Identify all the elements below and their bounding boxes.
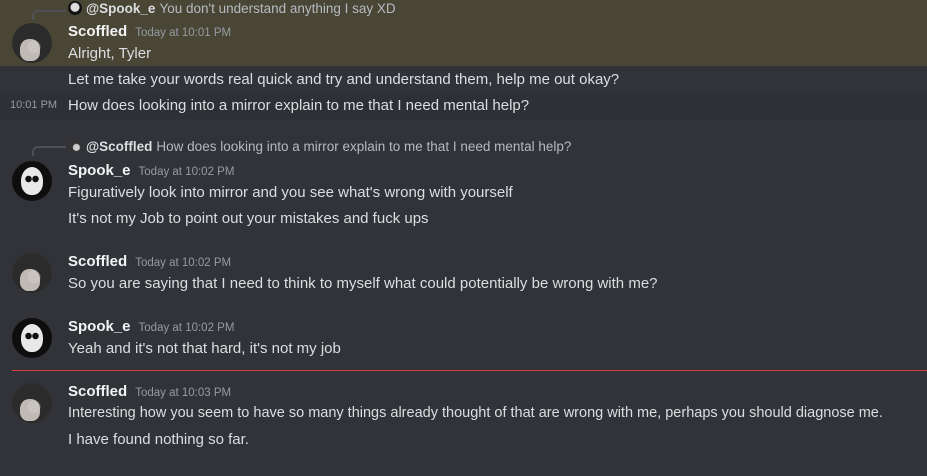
message-text: It's not my Job to point out your mistak… [68,210,429,227]
author-name[interactable]: Spook_e Today at 10:02 PM [68,318,234,335]
author-name[interactable]: Scoffled Today at 10:02 PM [68,253,231,270]
avatar[interactable] [12,318,52,358]
author-label[interactable]: Scoffled [68,23,127,40]
message-text: Alright, Tyler [68,45,152,62]
author-name[interactable]: Spook_e Today at 10:02 PM [68,162,234,179]
reply-author[interactable]: @Scoffled [86,139,152,154]
reply-preview[interactable]: @Scoffled How does looking into a mirror … [68,139,571,154]
message-text: Yeah and it's not that hard, it's not my… [68,340,341,357]
author-label[interactable]: Scoffled [68,253,127,270]
reply-spine [32,10,66,20]
reply-author[interactable]: @Spook_e [86,1,155,16]
author-label[interactable]: Spook_e [68,318,131,335]
reply-spine [32,146,66,156]
message-group-scoffled: Scoffled Today at 10:03 PM Interesting ho… [0,379,927,459]
author-name[interactable]: Scoffled Today at 10:01 PM [68,23,231,40]
timestamp: Today at 10:01 PM [135,27,232,39]
avatar[interactable] [12,383,52,423]
message-group-spook: Spook_e Today at 10:02 PM Yeah and it's n… [0,314,927,364]
message-line-hovered: 10:01 PM How does looking into a mirror … [0,93,927,119]
message-line: Let me take your words real quick and tr… [0,66,927,93]
timestamp: Today at 10:03 PM [135,387,232,399]
timestamp: Today at 10:02 PM [138,322,235,334]
message-text: So you are saying that I need to think t… [68,275,658,292]
author-name[interactable]: Scoffled Today at 10:03 PM [68,383,231,400]
reply-text[interactable]: You don't understand anything I say XD [159,1,395,16]
reply-text[interactable]: How does looking into a mirror explain t… [156,139,571,154]
new-messages-divider [12,370,927,371]
author-label[interactable]: Spook_e [68,162,131,179]
reply-preview[interactable]: @Spook_e You don't understand anything I … [68,1,396,16]
message-text: I have found nothing so far. [68,431,249,448]
timestamp: Today at 10:02 PM [138,166,235,178]
message-group-scoffled-mention: @Spook_e You don't understand anything I … [0,0,927,66]
avatar[interactable] [12,23,52,63]
author-label[interactable]: Scoffled [68,383,127,400]
avatar[interactable] [12,161,52,201]
reply-avatar [68,139,82,153]
hover-timestamp: 10:01 PM [10,99,58,111]
message-text: How does looking into a mirror explain t… [68,97,530,114]
message-text: Interesting how you seem to have so many… [68,405,883,421]
timestamp: Today at 10:02 PM [135,257,232,269]
avatar[interactable] [12,253,52,293]
message-group-spook: @Scoffled How does looking into a mirror … [0,134,927,234]
message-text: Let me take your words real quick and tr… [68,71,620,88]
message-text: Figuratively look into mirror and you se… [68,184,513,201]
reply-avatar [68,1,82,15]
message-group-scoffled: Scoffled Today at 10:02 PM So you are say… [0,249,927,299]
